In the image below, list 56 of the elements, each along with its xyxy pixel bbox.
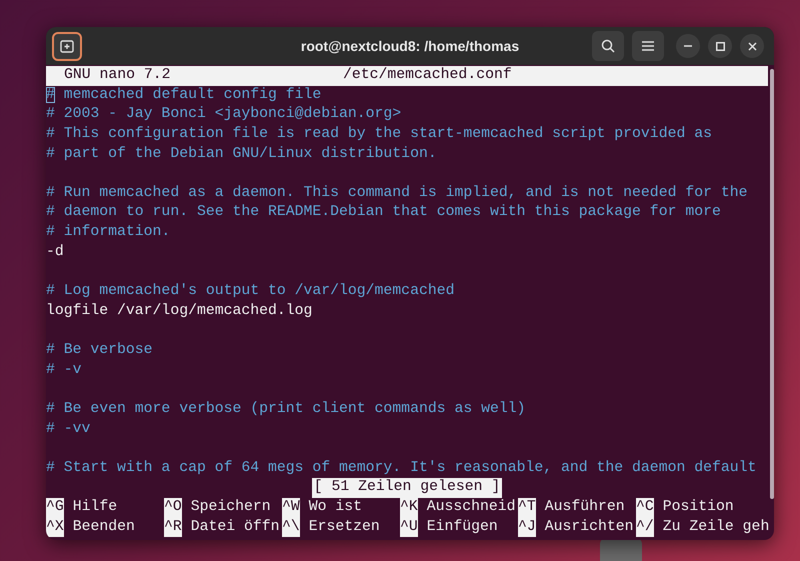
comment-line: # Be verbose xyxy=(46,340,153,360)
nano-version: GNU nano 7.2 xyxy=(64,66,171,85)
shortcut-label: Position xyxy=(662,498,734,518)
search-icon xyxy=(601,39,615,53)
shortcut-key: ^\ xyxy=(282,518,300,538)
code-line: logfile /var/log/memcached.log xyxy=(46,302,312,321)
shortcut-key: ^O xyxy=(164,498,182,518)
shortcut-key: ^R xyxy=(164,518,182,538)
status-message: [ 51 Zeilen gelesen ] xyxy=(312,478,502,498)
comment-line: # Run memcached as a daemon. This command is implied, and is not needed for the xyxy=(46,184,748,203)
comment-line: # -v xyxy=(46,360,82,380)
dock-icon[interactable] xyxy=(600,538,642,561)
comment-line: # -vv xyxy=(46,420,90,439)
comment-line: # Log memcached's output to /var/log/memcached xyxy=(46,282,454,302)
menu-button[interactable] xyxy=(632,31,664,61)
comment-line: # This configuration file is read by the start-memcached script provided as xyxy=(46,124,712,144)
shortcut-key: ^C xyxy=(636,498,654,518)
menu-icon xyxy=(642,41,654,51)
comment-line: # Start with a cap of 64 megs of memory. It's reasonable, and the daemon default xyxy=(46,458,756,478)
window-title: root@nextcloud8: /home/thomas xyxy=(300,36,520,56)
shortcut-label: Datei öffn xyxy=(190,518,280,537)
shortcut-label: Einfügen xyxy=(426,518,498,537)
shortcut-label: Wo ist xyxy=(308,498,362,518)
shortcut-label: Zu Zeile geh xyxy=(662,518,770,537)
shortcut-label: Ausrichten xyxy=(544,518,634,537)
maximize-icon xyxy=(716,42,724,50)
close-button[interactable] xyxy=(740,34,764,58)
code-line: -d xyxy=(46,242,64,262)
shortcut-label: Ausschneid xyxy=(426,498,516,518)
shortcut-key: ^G xyxy=(46,498,64,518)
comment-line: # information. xyxy=(46,223,170,242)
shortcut-key: ^T xyxy=(518,498,536,518)
shortcut-key: ^X xyxy=(46,518,64,538)
comment-line: # 2003 - Jay Bonci <jaybonci@debian.org> xyxy=(46,105,402,124)
shortcut-key: ^/ xyxy=(636,518,654,538)
file-name: /etc/memcached.conf xyxy=(343,66,512,85)
minimize-icon xyxy=(684,45,692,47)
comment-line: # daemon to run. See the README.Debian that comes with this package for more xyxy=(46,203,721,222)
comment-line: # part of the Debian GNU/Linux distribution. xyxy=(46,144,437,164)
shortcut-label: Ausführen xyxy=(544,498,625,518)
close-icon xyxy=(748,42,756,50)
search-button[interactable] xyxy=(592,31,624,61)
shortcut-label: Speichern xyxy=(190,498,271,518)
shortcut-key: ^W xyxy=(282,498,300,518)
shortcut-key: ^J xyxy=(518,518,536,538)
minimize-button[interactable] xyxy=(676,34,700,58)
shortcut-key: ^K xyxy=(400,498,418,518)
new-tab-button[interactable] xyxy=(52,32,82,60)
scrollbar[interactable] xyxy=(770,69,774,499)
comment-line: # Be even more verbose (print client commands as well) xyxy=(46,400,526,419)
maximize-button[interactable] xyxy=(708,34,732,58)
new-tab-icon xyxy=(60,40,74,52)
shortcut-label: Beenden xyxy=(72,518,135,537)
shortcut-key: ^U xyxy=(400,518,418,538)
shortcut-label: Ersetzen xyxy=(308,518,380,537)
shortcut-label: Hilfe xyxy=(72,498,118,518)
